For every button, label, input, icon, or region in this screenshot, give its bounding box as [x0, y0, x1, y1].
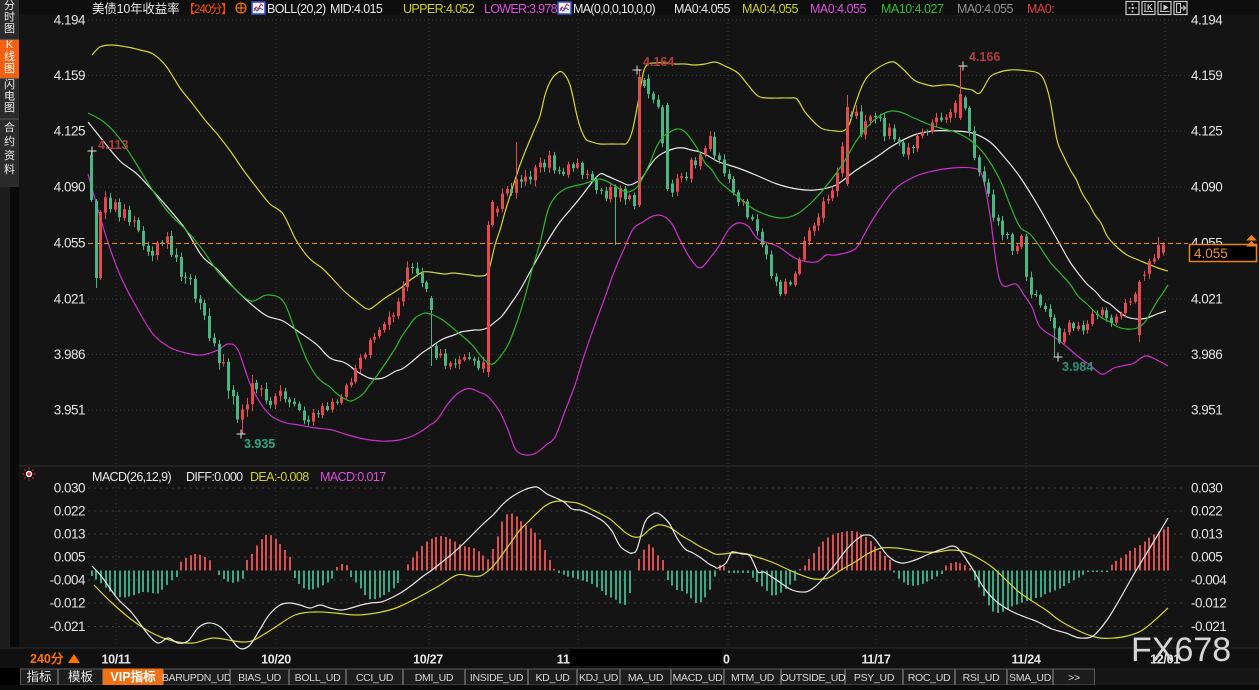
svg-text:PSY_UD: PSY_UD [854, 672, 895, 684]
svg-text:4.164: 4.164 [643, 55, 674, 69]
svg-text:VIP指标: VIP指标 [110, 669, 156, 684]
svg-text:4.055: 4.055 [1194, 246, 1228, 261]
svg-text:分: 分 [4, 0, 15, 12]
svg-text:240分: 240分 [30, 651, 64, 666]
svg-text:4.021: 4.021 [1191, 292, 1222, 307]
svg-text:11/24: 11/24 [1011, 653, 1040, 667]
svg-text:0.022: 0.022 [54, 504, 85, 519]
svg-text:0.005: 0.005 [54, 550, 85, 565]
svg-text:美债10年收益率: 美债10年收益率 [92, 1, 179, 16]
svg-text:MACD:0.017: MACD:0.017 [320, 470, 386, 484]
svg-text:MA_UD: MA_UD [628, 672, 664, 684]
svg-text:0.013: 0.013 [1191, 527, 1222, 542]
svg-text:BIAS_UD: BIAS_UD [238, 672, 282, 684]
svg-text:KDJ_UD: KDJ_UD [579, 672, 619, 684]
svg-text:3.951: 3.951 [1191, 403, 1222, 418]
svg-text:MA0:4.055: MA0:4.055 [810, 2, 867, 16]
svg-text:4.125: 4.125 [54, 124, 85, 139]
svg-text:BARUPDN_UD: BARUPDN_UD [162, 672, 232, 684]
svg-text:约: 约 [4, 135, 15, 148]
svg-text:线: 线 [4, 49, 15, 63]
svg-text:MA10:4.027: MA10:4.027 [881, 2, 944, 16]
svg-text:4.194: 4.194 [54, 13, 86, 28]
svg-text:图: 图 [4, 101, 15, 114]
svg-text:MA0:: MA0: [1027, 2, 1054, 16]
svg-text:3.986: 3.986 [1191, 347, 1222, 362]
svg-text:0.022: 0.022 [1191, 504, 1222, 519]
svg-text:INSIDE_UD: INSIDE_UD [470, 672, 524, 684]
svg-text:图: 图 [4, 62, 15, 75]
svg-text:DMI_UD: DMI_UD [415, 672, 454, 684]
svg-text:SMA_UD: SMA_UD [1009, 672, 1052, 684]
svg-text:料: 料 [4, 162, 15, 176]
svg-text:4.021: 4.021 [54, 292, 85, 307]
svg-text:4.113: 4.113 [98, 138, 129, 152]
svg-text:0.005: 0.005 [1191, 550, 1222, 565]
svg-text:DIFF:0.000: DIFF:0.000 [186, 470, 243, 484]
svg-text:MA0:4.055: MA0:4.055 [674, 2, 731, 16]
svg-text:3.935: 3.935 [244, 437, 275, 451]
svg-text:【240分】: 【240分】 [183, 2, 232, 16]
svg-text:3.951: 3.951 [54, 403, 85, 418]
svg-text:MA0:4.055: MA0:4.055 [742, 2, 799, 16]
svg-text:OUTSIDE_UD: OUTSIDE_UD [781, 672, 846, 684]
svg-text:4.090: 4.090 [1191, 180, 1222, 195]
svg-text:-0.004: -0.004 [50, 573, 86, 588]
svg-text:4.166: 4.166 [969, 50, 1000, 64]
svg-text:MA(0,0,0,10,0,0): MA(0,0,0,10,0,0) [573, 2, 655, 16]
svg-text:3.984: 3.984 [1062, 360, 1093, 374]
svg-text:CCI_UD: CCI_UD [356, 672, 394, 684]
svg-text:LOWER:3.978: LOWER:3.978 [484, 2, 558, 16]
svg-text:BOLL(20,2): BOLL(20,2) [267, 2, 326, 16]
svg-text:-0.004: -0.004 [1191, 573, 1227, 588]
svg-text:4.194: 4.194 [1191, 13, 1223, 28]
svg-text:K: K [6, 39, 14, 51]
svg-text:MID:4.015: MID:4.015 [330, 2, 383, 16]
svg-text:电: 电 [4, 90, 15, 103]
svg-text:0.030: 0.030 [1191, 481, 1222, 496]
svg-text:图: 图 [4, 22, 15, 35]
svg-text:K: K [1147, 3, 1153, 12]
svg-text:BOLL_UD: BOLL_UD [295, 672, 341, 684]
svg-text:4.055: 4.055 [54, 236, 85, 251]
svg-text:3.986: 3.986 [54, 347, 85, 362]
svg-text:MA0:4.055: MA0:4.055 [957, 2, 1014, 16]
svg-text:4.159: 4.159 [1191, 68, 1222, 83]
svg-text:模板: 模板 [68, 670, 94, 684]
svg-text:DEA:-0.008: DEA:-0.008 [250, 470, 309, 484]
svg-text:FX678: FX678 [1131, 631, 1231, 669]
svg-text:4.159: 4.159 [54, 68, 85, 83]
svg-text:闪: 闪 [4, 77, 15, 91]
svg-text:MACD(26,12,9): MACD(26,12,9) [92, 470, 171, 484]
svg-text:0.030: 0.030 [54, 481, 85, 496]
svg-text:10/11: 10/11 [101, 653, 130, 667]
svg-text:4.090: 4.090 [54, 180, 85, 195]
svg-text:-0.012: -0.012 [1191, 596, 1226, 611]
svg-text:0.013: 0.013 [54, 527, 85, 542]
svg-text:10/27: 10/27 [413, 653, 443, 667]
svg-text:4.125: 4.125 [1191, 124, 1222, 139]
svg-text:KD_UD: KD_UD [535, 672, 570, 684]
svg-text:合: 合 [4, 120, 15, 134]
svg-text:时: 时 [4, 11, 15, 24]
svg-text:ROC_UD: ROC_UD [908, 672, 951, 684]
svg-text:MACD_UD: MACD_UD [673, 672, 724, 684]
svg-text:MTM_UD: MTM_UD [731, 672, 775, 684]
svg-text:11: 11 [557, 653, 570, 667]
svg-text:-0.021: -0.021 [50, 619, 85, 634]
svg-text:UPPER:4.052: UPPER:4.052 [403, 2, 475, 16]
svg-text:0: 0 [723, 653, 730, 667]
svg-text:-0.012: -0.012 [50, 596, 85, 611]
svg-text:10/20: 10/20 [261, 653, 291, 667]
svg-text:>>: >> [1068, 672, 1080, 684]
svg-text:RSI_UD: RSI_UD [963, 672, 1000, 684]
svg-text:11/17: 11/17 [861, 653, 890, 667]
svg-text:指标: 指标 [26, 669, 51, 684]
svg-text:资: 资 [4, 149, 15, 162]
